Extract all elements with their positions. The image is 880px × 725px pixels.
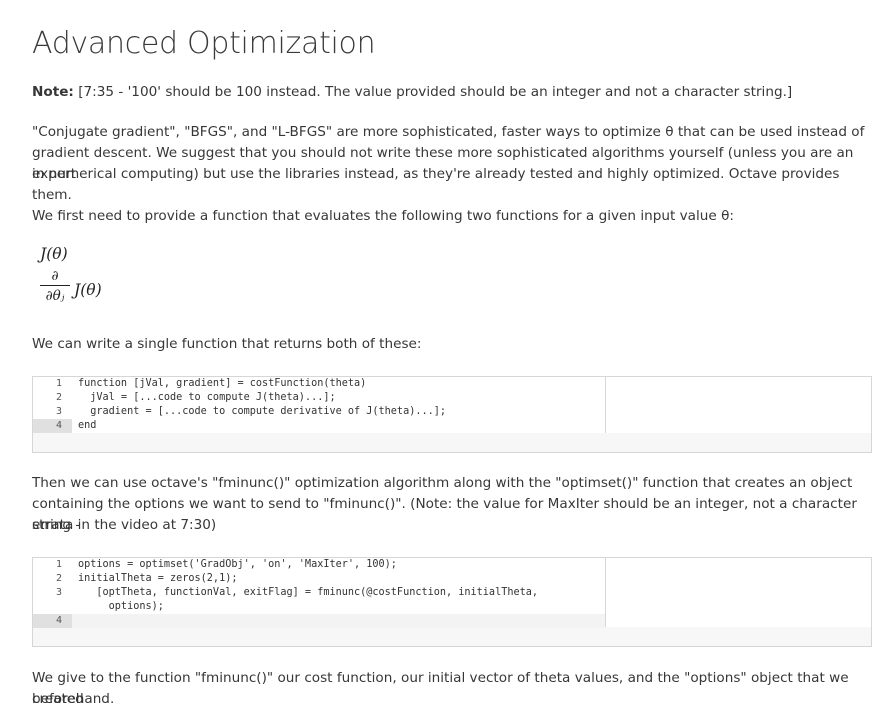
derivative-function-formula: J(θ)	[74, 281, 102, 299]
code-line[interactable]: function [jVal, gradient] = costFunction…	[78, 377, 366, 391]
then-line-3: errata in the video at 7:30)	[32, 517, 217, 533]
then-line-1: Then we can use octave's "fminunc()" opt…	[32, 475, 853, 491]
note-text: [7:35 - '100' should be 100 instead. The…	[73, 84, 793, 100]
intro-line-1: "Conjugate gradient", "BFGS", and "L-BFG…	[32, 124, 865, 140]
intro-line-3: in numerical computing) but use the libr…	[32, 166, 840, 203]
line-number-wrap	[33, 600, 72, 614]
code-editor-2-gutter: 1 2 3 4	[33, 558, 72, 628]
code-line[interactable]: jVal = [...code to compute J(theta)...];	[78, 391, 335, 405]
code-editor-2-output	[606, 558, 871, 627]
give-line-2: beforehand.	[32, 691, 115, 707]
partial-denominator: ∂θⱼ	[45, 288, 65, 304]
line-number: 3	[55, 587, 62, 598]
line-number: 2	[55, 573, 62, 584]
give-line-1: We give to the function "fminunc()" our …	[32, 670, 849, 707]
line-number: 1	[55, 559, 62, 570]
code-line-wrapped[interactable]: options);	[78, 600, 164, 614]
page-title: Advanced Optimization	[32, 26, 376, 61]
line-number-active: 4	[33, 614, 72, 628]
first-need-paragraph: We first need to provide a function that…	[32, 208, 734, 224]
code-editor-2-content[interactable]: 1 2 3 4 options = optimset('GradObj', 'o…	[33, 558, 606, 628]
code-line[interactable]: initialTheta = zeros(2,1);	[78, 572, 237, 586]
code-editor-1-output	[606, 377, 871, 433]
note-label: Note:	[32, 84, 74, 100]
note-paragraph: Note: [7:35 - '100' should be 100 instea…	[32, 82, 792, 103]
partial-numerator: ∂	[51, 268, 59, 284]
code-editor-1-gutter: 1 2 3 4	[33, 377, 72, 433]
single-function-paragraph: We can write a single function that retu…	[32, 336, 422, 352]
fraction-bar	[40, 285, 70, 286]
code-line[interactable]: gradient = [...code to compute derivativ…	[78, 405, 446, 419]
code-line[interactable]: [optTheta, functionVal, exitFlag] = fmin…	[78, 586, 538, 600]
code-editor-1-content[interactable]: 1 2 3 4 function [jVal, gradient] = cost…	[33, 377, 606, 433]
line-number: 3	[55, 406, 62, 417]
code-editor-2[interactable]: 1 2 3 4 options = optimset('GradObj', 'o…	[32, 557, 872, 647]
code-line[interactable]: end	[78, 419, 96, 433]
line-number-active: 4	[33, 419, 72, 433]
partial-derivative-fraction: ∂ ∂θⱼ	[40, 268, 70, 304]
line-number: 2	[55, 392, 62, 403]
cost-function-formula: J(θ)	[40, 245, 68, 263]
code-line[interactable]: options = optimset('GradObj', 'on', 'Max…	[78, 558, 397, 572]
active-line-highlight	[72, 614, 605, 628]
line-number: 1	[55, 378, 62, 389]
code-editor-1[interactable]: 1 2 3 4 function [jVal, gradient] = cost…	[32, 376, 872, 453]
